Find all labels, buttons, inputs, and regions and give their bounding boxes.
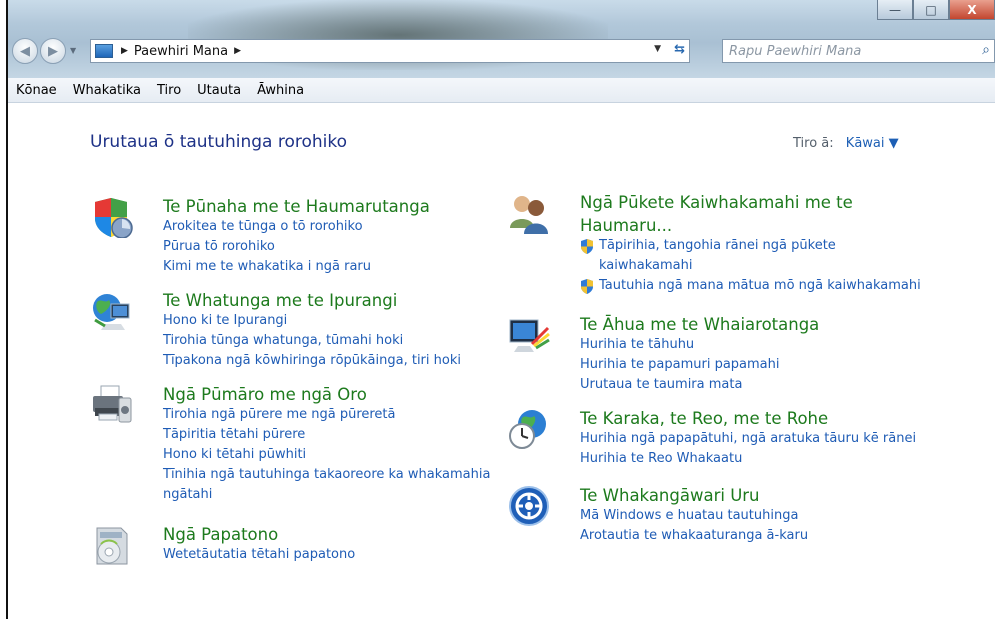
category-heading[interactable]: Te Pūnaha me te Haumarutanga xyxy=(163,196,430,217)
maximize-button[interactable]: □ xyxy=(913,0,949,20)
menu-view[interactable]: Tiro xyxy=(149,83,189,98)
link-troubleshoot[interactable]: Kimi me te whakatika i ngā raru xyxy=(163,257,430,277)
link-backup[interactable]: Pūrua tō rorohiko xyxy=(163,237,430,257)
link-check-status[interactable]: Arokitea te tūnga o tō rorohiko xyxy=(163,217,430,237)
printer-icon xyxy=(93,385,132,423)
page-title: Urutaua ō tautuhinga rorohiko xyxy=(90,132,348,152)
user-accounts-icon xyxy=(510,196,548,234)
address-dropdown-icon[interactable]: ▼ xyxy=(654,44,661,54)
network-globe-icon xyxy=(93,294,130,330)
link-screen-resolution[interactable]: Urutaua te taumira mata xyxy=(580,375,819,395)
category-heading[interactable]: Te Āhua me te Whaiarotanga xyxy=(580,314,819,335)
search-icon[interactable]: ⌕ xyxy=(982,42,990,58)
link-text: Tāpirihia, tangohia rānei ngā pūkete xyxy=(599,238,836,253)
address-bar[interactable]: ▶ Paewhiri Mana ▶ ▼ ⇆ xyxy=(90,39,690,63)
link-mobility-settings-cont[interactable]: ngātahi xyxy=(163,485,490,505)
window-controls: — □ X xyxy=(877,0,995,22)
link-connect-projector[interactable]: Hono ki tētahi pūwhiti xyxy=(163,445,490,465)
link-devices-printers[interactable]: Tirohia ngā pūrere me ngā pūreretā xyxy=(163,405,490,425)
category-heading[interactable]: Ngā Papatono xyxy=(163,524,355,545)
breadcrumb-control-panel[interactable]: Paewhiri Mana xyxy=(134,44,228,59)
breadcrumb-arrow-icon[interactable]: ▶ xyxy=(234,46,241,56)
category-heading[interactable]: Te Karaka, te Reo, me te Rohe xyxy=(580,408,916,429)
link-change-keyboards[interactable]: Hurihia ngā papapātuhi, ngā aratuka tāur… xyxy=(580,429,916,449)
search-placeholder: Rapu Paewhiri Mana xyxy=(729,43,862,59)
back-button[interactable]: ◀ xyxy=(12,38,38,64)
navigation-bar: ◀ ▶ ▼ ▶ Paewhiri Mana ▶ ▼ ⇆ Rapu Paewhir… xyxy=(8,38,995,66)
link-display-language[interactable]: Hurihia te Reo Whakaatu xyxy=(580,449,916,469)
category-heading[interactable]: Ngā Pūkete Kaiwhakamahi me te xyxy=(580,192,921,213)
category-heading[interactable]: Ngā Pūmāro me ngā Oro xyxy=(163,384,490,405)
link-let-windows-suggest[interactable]: Mā Windows e huatau tautuhinga xyxy=(580,506,808,526)
ease-of-access-icon xyxy=(509,486,549,526)
view-by-dropdown[interactable]: Kāwai ▼ xyxy=(846,136,899,151)
recent-pages-icon[interactable]: ▼ xyxy=(70,46,76,55)
link-change-theme[interactable]: Hurihia te tāhuhu xyxy=(580,335,819,355)
menu-help[interactable]: Āwhina xyxy=(249,83,312,98)
menu-tools[interactable]: Utauta xyxy=(189,83,249,98)
category-heading[interactable]: Te Whatunga me te Ipurangi xyxy=(163,290,461,311)
link-add-device[interactable]: Tāpiritia tētahi pūrere xyxy=(163,425,490,445)
uac-shield-icon xyxy=(581,279,593,294)
shield-computer-icon xyxy=(95,198,133,238)
link-uninstall-program[interactable]: Wetetāutatia tētahi papatono xyxy=(163,545,355,565)
programs-disc-icon xyxy=(96,527,128,565)
window-left-border xyxy=(0,0,8,619)
link-connect-internet[interactable]: Hono ki te Ipurangi xyxy=(163,311,461,331)
refresh-icon[interactable]: ⇆ xyxy=(674,42,685,57)
link-text-cont: kaiwhakamahi xyxy=(599,258,693,273)
menu-bar: Kōnae Whakatika Tiro Utauta Āwhina xyxy=(8,78,995,103)
forward-button[interactable]: ▶ xyxy=(40,38,66,64)
menu-edit[interactable]: Whakatika xyxy=(65,83,149,98)
category-heading-cont[interactable]: Haumaru... xyxy=(580,215,921,236)
link-parental-controls[interactable]: Tautuhia ngā mana mātua mō ngā kaiwhakam… xyxy=(580,276,921,296)
view-by: Tiro ā: Kāwai ▼ xyxy=(793,136,899,151)
link-text: Tautuhia ngā mana mātua mō ngā kaiwhakam… xyxy=(599,278,921,293)
link-change-background[interactable]: Hurihia te papamuri papamahi xyxy=(580,355,819,375)
minimize-button[interactable]: — xyxy=(877,0,913,20)
link-homegroup-options[interactable]: Tīpakona ngā kōwhiringa rōpūkāinga, tiri… xyxy=(163,351,461,371)
appearance-monitor-icon xyxy=(509,319,550,352)
clock-globe-icon xyxy=(509,410,546,449)
view-by-label: Tiro ā: xyxy=(793,136,834,151)
close-button[interactable]: X xyxy=(949,0,995,20)
breadcrumb-arrow-icon[interactable]: ▶ xyxy=(121,46,128,56)
category-heading[interactable]: Te Whakangāwari Uru xyxy=(580,485,808,506)
control-panel-icon xyxy=(95,44,113,58)
link-optimize-display[interactable]: Arotautia te whakaaturanga ā-karu xyxy=(580,526,808,546)
uac-shield-icon xyxy=(581,239,593,254)
link-network-status[interactable]: Tirohia tūnga whatunga, tūmahi hoki xyxy=(163,331,461,351)
link-mobility-settings[interactable]: Tīnihia ngā tautuhinga takaoreore ka wha… xyxy=(163,465,490,485)
link-add-remove-accounts[interactable]: Tāpirihia, tangohia rānei ngā pūkete kai… xyxy=(580,236,921,276)
search-input[interactable]: Rapu Paewhiri Mana ⌕ xyxy=(722,39,995,63)
menu-file[interactable]: Kōnae xyxy=(8,83,65,98)
